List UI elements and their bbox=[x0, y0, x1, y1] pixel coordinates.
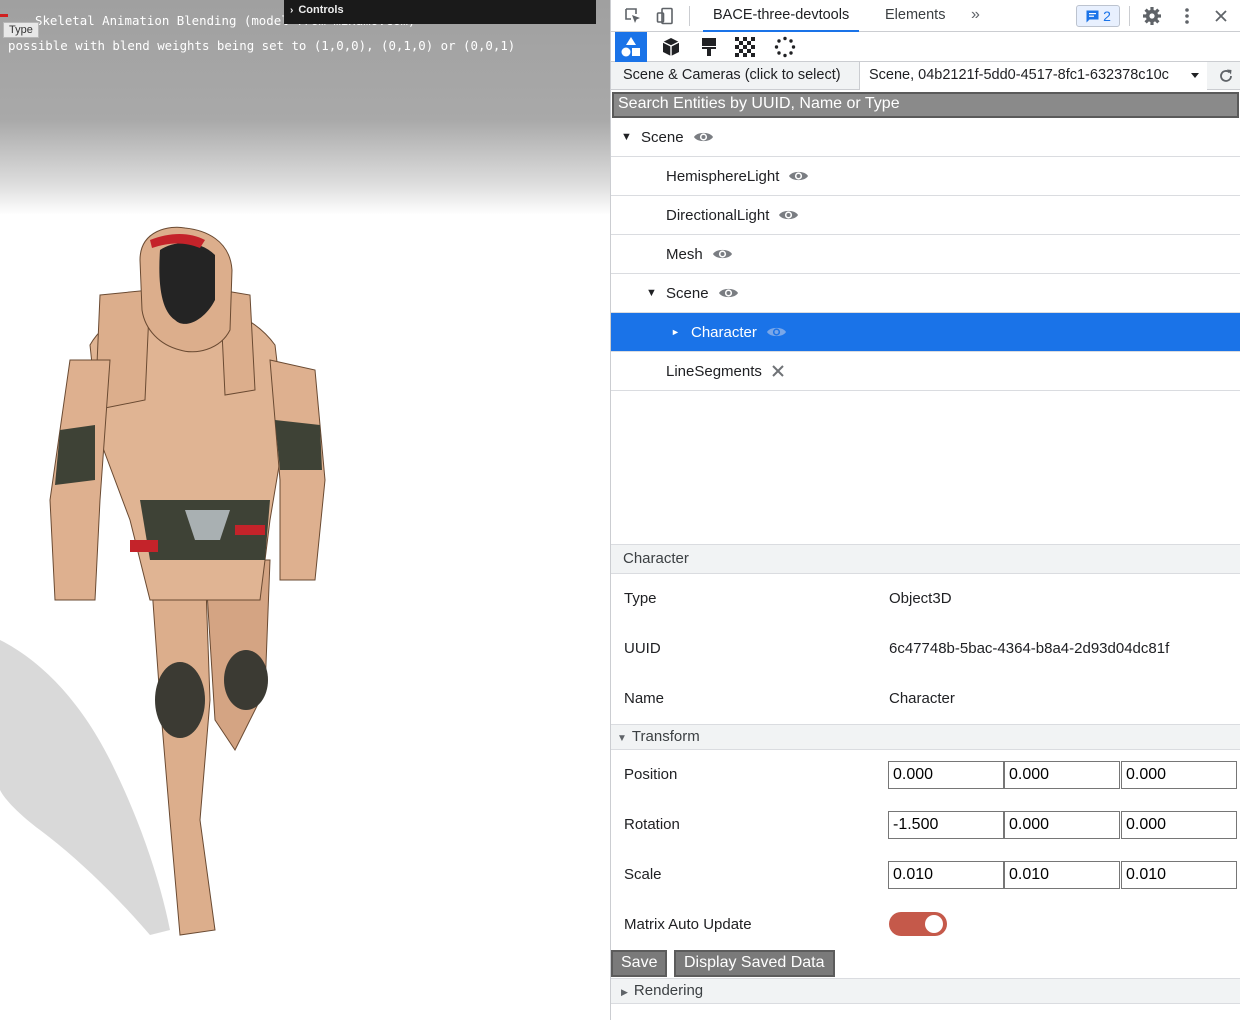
eye-icon[interactable] bbox=[712, 247, 733, 261]
character-model bbox=[0, 226, 326, 936]
uuid-label: UUID bbox=[624, 640, 661, 657]
name-label: Name bbox=[624, 690, 665, 707]
scale-label: Scale bbox=[624, 866, 662, 883]
type-tooltip: Type bbox=[3, 22, 39, 38]
object-cube-icon bbox=[662, 38, 680, 56]
tree-item-scene-child[interactable]: ▼ Scene bbox=[611, 274, 1240, 313]
rotation-x-input[interactable] bbox=[888, 811, 1004, 839]
controls-label: Controls bbox=[298, 4, 344, 16]
transform-header[interactable]: ▼ Transform bbox=[611, 724, 1240, 750]
tab-bace-three-devtools[interactable]: BACE-three-devtools bbox=[703, 0, 860, 32]
type-label: Type bbox=[624, 590, 657, 607]
tree-item-label: Character bbox=[691, 323, 757, 341]
triangle-down-icon: ▼ bbox=[621, 131, 632, 143]
character-leg-left bbox=[149, 559, 216, 936]
threejs-viewport[interactable]: Skeletal Animation Blending (model from … bbox=[0, 0, 610, 1020]
chevron-right-icon: › bbox=[290, 5, 294, 16]
triangle-right-icon: ► bbox=[671, 327, 680, 337]
tree-item-label: Scene bbox=[666, 284, 709, 302]
tab-elements[interactable]: Elements bbox=[885, 0, 945, 32]
tree-item-label: Mesh bbox=[666, 245, 703, 263]
kebab-menu-icon[interactable] bbox=[1177, 6, 1197, 26]
tree-item-character[interactable]: ► Character bbox=[611, 313, 1240, 352]
scene-cameras-label[interactable]: Scene & Cameras (click to select) bbox=[623, 67, 841, 83]
issues-badge[interactable]: 2 bbox=[1076, 5, 1120, 27]
material-tool-button[interactable] bbox=[693, 32, 725, 62]
position-y-input[interactable] bbox=[1004, 761, 1120, 789]
type-value: Object3D bbox=[889, 590, 952, 607]
tree-item-label: LineSegments bbox=[666, 362, 762, 380]
toggle-knob bbox=[925, 915, 943, 933]
gear-icon[interactable] bbox=[1142, 6, 1162, 26]
uuid-value: 6c47748b-5bac-4364-b8a4-2d93d04dc81f bbox=[889, 640, 1170, 657]
character-shadow bbox=[0, 640, 170, 935]
close-icon[interactable] bbox=[1211, 6, 1231, 26]
rendering-header-label: Rendering bbox=[633, 982, 704, 999]
more-tabs-button[interactable]: » bbox=[971, 0, 980, 32]
scale-y-input[interactable] bbox=[1004, 861, 1120, 889]
loading-tool-button[interactable] bbox=[769, 32, 801, 62]
matrix-auto-update-label: Matrix Auto Update bbox=[624, 916, 752, 933]
scene-tree: ▼ Scene HemisphereLight DirectionalLight… bbox=[611, 118, 1240, 544]
tool-row bbox=[611, 32, 1240, 62]
hidden-x-icon[interactable] bbox=[771, 364, 785, 378]
red-marker bbox=[0, 14, 8, 17]
eye-icon[interactable] bbox=[693, 130, 714, 144]
details-header: Character bbox=[611, 544, 1240, 574]
tree-item-mesh[interactable]: Mesh bbox=[611, 235, 1240, 274]
dropdown-caret-icon bbox=[1191, 73, 1199, 78]
refresh-icon[interactable] bbox=[1216, 66, 1236, 86]
scale-z-input[interactable] bbox=[1121, 861, 1237, 889]
spinner-icon bbox=[774, 36, 796, 58]
devtools-toolbar: BACE-three-devtools Elements » 2 bbox=[611, 0, 1240, 32]
device-toggle-icon[interactable] bbox=[655, 6, 675, 26]
matrix-auto-update-toggle[interactable] bbox=[889, 912, 947, 936]
eye-icon[interactable] bbox=[788, 169, 809, 183]
brush-icon bbox=[702, 38, 716, 56]
scene-select-value: Scene, 04b2121f-5dd0-4517-8fc1-632378c10… bbox=[869, 67, 1169, 83]
eye-icon[interactable] bbox=[718, 286, 739, 300]
triangle-right-icon: ▶ bbox=[621, 987, 628, 997]
rendering-header[interactable]: ▶ Rendering bbox=[611, 978, 1240, 1004]
texture-tool-button[interactable] bbox=[729, 32, 761, 62]
toolbar-divider bbox=[689, 6, 690, 26]
save-button[interactable]: Save bbox=[611, 950, 668, 977]
tree-item-label: DirectionalLight bbox=[666, 206, 770, 224]
scene-select[interactable]: Scene, 04b2121f-5dd0-4517-8fc1-632378c10… bbox=[859, 62, 1207, 90]
eye-icon[interactable] bbox=[778, 208, 799, 222]
name-value: Character bbox=[889, 690, 955, 707]
tree-item-label: HemisphereLight bbox=[666, 167, 780, 185]
position-z-input[interactable] bbox=[1121, 761, 1237, 789]
object-tool-button[interactable] bbox=[655, 32, 687, 62]
rotation-y-input[interactable] bbox=[1004, 811, 1120, 839]
scene-tool-icon bbox=[621, 37, 640, 57]
rotation-label: Rotation bbox=[624, 816, 680, 833]
tree-item-scene[interactable]: ▼ Scene bbox=[611, 118, 1240, 157]
inspect-element-icon[interactable] bbox=[623, 6, 643, 26]
triangle-down-icon: ▼ bbox=[617, 733, 627, 744]
display-saved-data-button[interactable]: Display Saved Data bbox=[674, 950, 835, 977]
rotation-z-input[interactable] bbox=[1121, 811, 1237, 839]
tree-item-linesegments[interactable]: LineSegments bbox=[611, 352, 1240, 391]
scene-tool-button[interactable] bbox=[615, 32, 647, 62]
tree-item-hemispherelight[interactable]: HemisphereLight bbox=[611, 157, 1240, 196]
checker-texture-icon bbox=[735, 37, 755, 57]
eye-icon[interactable] bbox=[766, 325, 787, 339]
tree-item-label: Scene bbox=[641, 128, 684, 146]
controls-toggle[interactable]: › Controls bbox=[284, 0, 596, 24]
position-label: Position bbox=[624, 766, 678, 783]
search-input[interactable]: Search Entities by UUID, Name or Type bbox=[612, 92, 1239, 118]
devtools-panel: BACE-three-devtools Elements » 2 Scene &… bbox=[610, 0, 1240, 1020]
character-knee-pad bbox=[155, 662, 205, 738]
message-icon bbox=[1086, 10, 1099, 22]
toolbar-divider bbox=[1129, 6, 1130, 26]
scale-x-input[interactable] bbox=[888, 861, 1004, 889]
info-subtitle: possible with blend weights being set to… bbox=[8, 38, 516, 53]
triangle-down-icon: ▼ bbox=[646, 287, 657, 299]
position-x-input[interactable] bbox=[888, 761, 1004, 789]
transform-header-label: Transform bbox=[631, 728, 700, 745]
tree-item-directionallight[interactable]: DirectionalLight bbox=[611, 196, 1240, 235]
issues-count: 2 bbox=[1103, 8, 1111, 24]
scene-cameras-row: Scene & Cameras (click to select) Scene,… bbox=[611, 62, 1240, 90]
